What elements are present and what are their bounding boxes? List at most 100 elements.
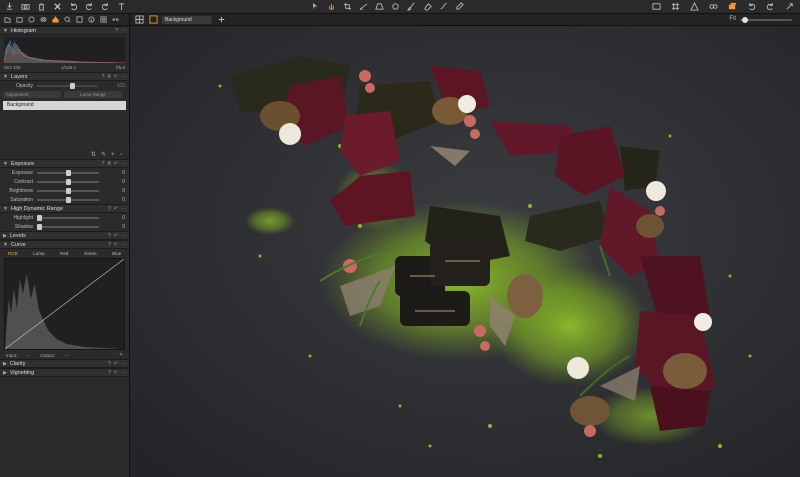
rotate-right-icon[interactable] (765, 2, 775, 12)
exposure-tab-icon[interactable] (52, 16, 59, 23)
local-tab-icon[interactable] (76, 16, 83, 23)
redo2-icon[interactable] (100, 2, 110, 12)
output-tab-icon[interactable] (100, 16, 107, 23)
adjustment-slider[interactable] (37, 214, 99, 221)
hdr-header[interactable]: ▼ High Dynamic Range ? ↶ ⋯ (0, 204, 129, 213)
metadata-tab-icon[interactable] (88, 16, 95, 23)
brush-layer-icon[interactable]: ✎ (101, 151, 106, 158)
viewer-layer-icon[interactable] (148, 15, 158, 25)
adjust-icon[interactable]: ⇅ (91, 151, 96, 158)
grid-icon[interactable] (670, 2, 680, 12)
adjustment-slider[interactable] (37, 223, 99, 230)
reset-section-icon[interactable]: ↶ (114, 161, 118, 167)
add-layer-button[interactable]: + (111, 152, 115, 158)
reset-section-icon[interactable]: ↶ (114, 74, 118, 80)
levels-header[interactable]: ▶ Levels ? ↶ ⋯ (0, 231, 129, 240)
menu-icon[interactable]: ⋯ (121, 233, 126, 239)
pan-hand-icon[interactable] (326, 2, 336, 12)
reset-section-icon[interactable]: ↶ (114, 233, 118, 239)
lens-tab-icon[interactable] (28, 16, 35, 23)
curve-tab-green[interactable]: Green (84, 251, 97, 256)
picker-icon[interactable] (454, 2, 464, 12)
layer-background[interactable]: Background (3, 101, 126, 110)
exposure-header[interactable]: ▼ Exposure ? A ↶ ⋯ (0, 159, 129, 168)
slider-value[interactable]: 0 (122, 188, 125, 194)
slider-knob[interactable] (37, 223, 42, 230)
remove-layer-button[interactable]: − (119, 152, 123, 158)
menu-icon[interactable]: ⋯ (121, 74, 126, 80)
clarity-header[interactable]: ▶ Clarity ? ↶ ⋯ (0, 359, 129, 368)
help-icon[interactable]: ? (102, 161, 105, 167)
curve-tab-rgb[interactable]: RGB (8, 251, 18, 256)
crop-icon[interactable] (342, 2, 352, 12)
slider-knob[interactable] (66, 196, 71, 203)
reset-icon[interactable] (784, 2, 794, 12)
help-icon[interactable]: ? (115, 28, 118, 34)
reset-section-icon[interactable]: ↶ (114, 242, 118, 248)
eraser-icon[interactable] (422, 2, 432, 12)
help-icon[interactable]: ? (102, 74, 105, 80)
layers-stack-icon[interactable] (727, 2, 737, 12)
spot-icon[interactable] (390, 2, 400, 12)
capture-tab-icon[interactable] (16, 16, 23, 23)
histogram-header[interactable]: ▼ Histogram ? ⋯ (0, 26, 129, 35)
redo-icon[interactable] (84, 2, 94, 12)
opacity-slider-knob[interactable] (70, 82, 75, 89)
warning-icon[interactable] (689, 2, 699, 12)
reset-section-icon[interactable]: ↶ (114, 361, 118, 367)
curve-picker-icon[interactable]: ✎ (119, 352, 123, 358)
color-tab-icon[interactable] (40, 16, 47, 23)
camera-icon[interactable] (20, 2, 30, 12)
menu-icon[interactable]: ⋯ (121, 242, 126, 248)
help-icon[interactable]: ? (108, 361, 111, 367)
vignetting-header[interactable]: ▶ Vignetting ? ↶ ⋯ (0, 368, 129, 377)
auto-icon[interactable]: A (107, 161, 110, 167)
slider-value[interactable]: 0 (122, 179, 125, 185)
curve-header[interactable]: ▼ Curve ? ↶ ⋯ (0, 240, 129, 249)
folder-tab-icon[interactable] (4, 16, 11, 23)
reset-section-icon[interactable]: ↶ (114, 370, 118, 376)
slider-value[interactable]: 0 (122, 215, 125, 221)
viewer-grid-icon[interactable] (134, 15, 144, 25)
undo-icon[interactable] (68, 2, 78, 12)
curve-tab-red[interactable]: Red (60, 251, 68, 256)
help-icon[interactable]: ? (108, 242, 111, 248)
help-icon[interactable]: ? (108, 370, 111, 376)
keystone-icon[interactable] (374, 2, 384, 12)
auto-icon[interactable]: A (107, 74, 110, 80)
menu-icon[interactable]: ⋯ (121, 370, 126, 376)
zoom-slider[interactable] (740, 17, 792, 23)
import-icon[interactable] (4, 2, 14, 12)
add-layer-icon[interactable] (216, 15, 226, 25)
detail-tab-icon[interactable] (64, 16, 71, 23)
gradient-icon[interactable] (438, 2, 448, 12)
curve-tab-blue[interactable]: Blue (112, 251, 121, 256)
straighten-icon[interactable] (358, 2, 368, 12)
select-cursor-icon[interactable] (310, 2, 320, 12)
menu-icon[interactable]: ⋯ (121, 361, 126, 367)
zoom-slider-knob[interactable] (742, 17, 748, 23)
adjustment-slider[interactable] (37, 196, 99, 203)
curve-tab-luma[interactable]: Luma (33, 251, 44, 256)
glasses-icon[interactable] (708, 2, 718, 12)
adjustment-slider[interactable] (37, 178, 99, 185)
opacity-slider[interactable] (37, 82, 97, 89)
adjustment-dropdown[interactable]: Adjustment (3, 91, 61, 98)
reset-section-icon[interactable]: ↶ (114, 206, 118, 212)
help-icon[interactable]: ? (108, 206, 111, 212)
delete-icon[interactable] (52, 2, 62, 12)
slider-value[interactable]: 0 (122, 224, 125, 230)
brush-icon[interactable] (406, 2, 416, 12)
adjustment-slider[interactable] (37, 169, 99, 176)
slider-value[interactable]: 0 (122, 170, 125, 176)
slider-knob[interactable] (66, 178, 71, 185)
opacity-value[interactable]: 100 (117, 83, 125, 89)
layer-select[interactable]: Background (162, 15, 212, 24)
menu-icon[interactable]: ⋯ (121, 161, 126, 167)
menu-icon[interactable]: ⋯ (121, 206, 126, 212)
text-icon[interactable] (116, 2, 126, 12)
trash-icon[interactable] (36, 2, 46, 12)
display-icon[interactable] (651, 2, 661, 12)
slider-knob[interactable] (66, 187, 71, 194)
rotate-left-icon[interactable] (746, 2, 756, 12)
